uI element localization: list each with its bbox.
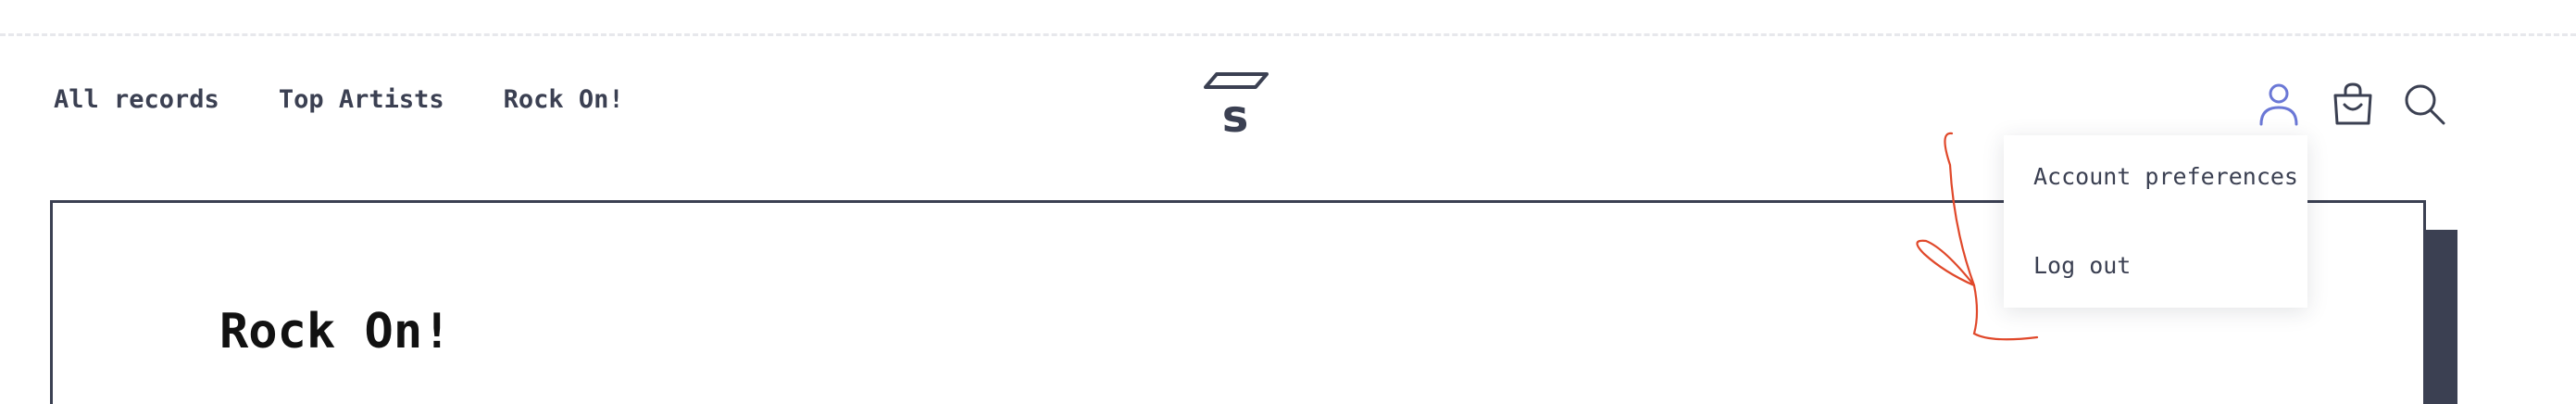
page: All records Top Artists Rock On! s Rock … xyxy=(0,0,2576,404)
search-icon[interactable] xyxy=(2402,82,2448,128)
main-nav: All records Top Artists Rock On! xyxy=(54,85,624,114)
nav-item-all-records[interactable]: All records xyxy=(54,85,219,114)
account-dropdown-menu: Account preferences Log out xyxy=(2004,135,2307,308)
card-shadow xyxy=(2426,230,2457,404)
logo-letter: s xyxy=(1222,91,1249,137)
site-logo[interactable]: s xyxy=(1202,70,1270,143)
shopping-bag-icon[interactable] xyxy=(2330,82,2376,128)
page-title: Rock On! xyxy=(219,303,452,360)
nav-item-top-artists[interactable]: Top Artists xyxy=(279,85,444,114)
bag-icon-glyph xyxy=(2333,82,2372,125)
user-icon[interactable] xyxy=(2256,82,2302,128)
menu-item-log-out[interactable]: Log out xyxy=(2033,252,2131,279)
nav-item-rock-on[interactable]: Rock On! xyxy=(504,85,624,114)
top-divider xyxy=(0,33,2576,36)
menu-item-account-preferences[interactable]: Account preferences xyxy=(2033,163,2298,190)
user-icon-glyph xyxy=(2259,83,2298,126)
logo-icon: s xyxy=(1204,72,1269,143)
search-icon-glyph xyxy=(2405,84,2445,125)
